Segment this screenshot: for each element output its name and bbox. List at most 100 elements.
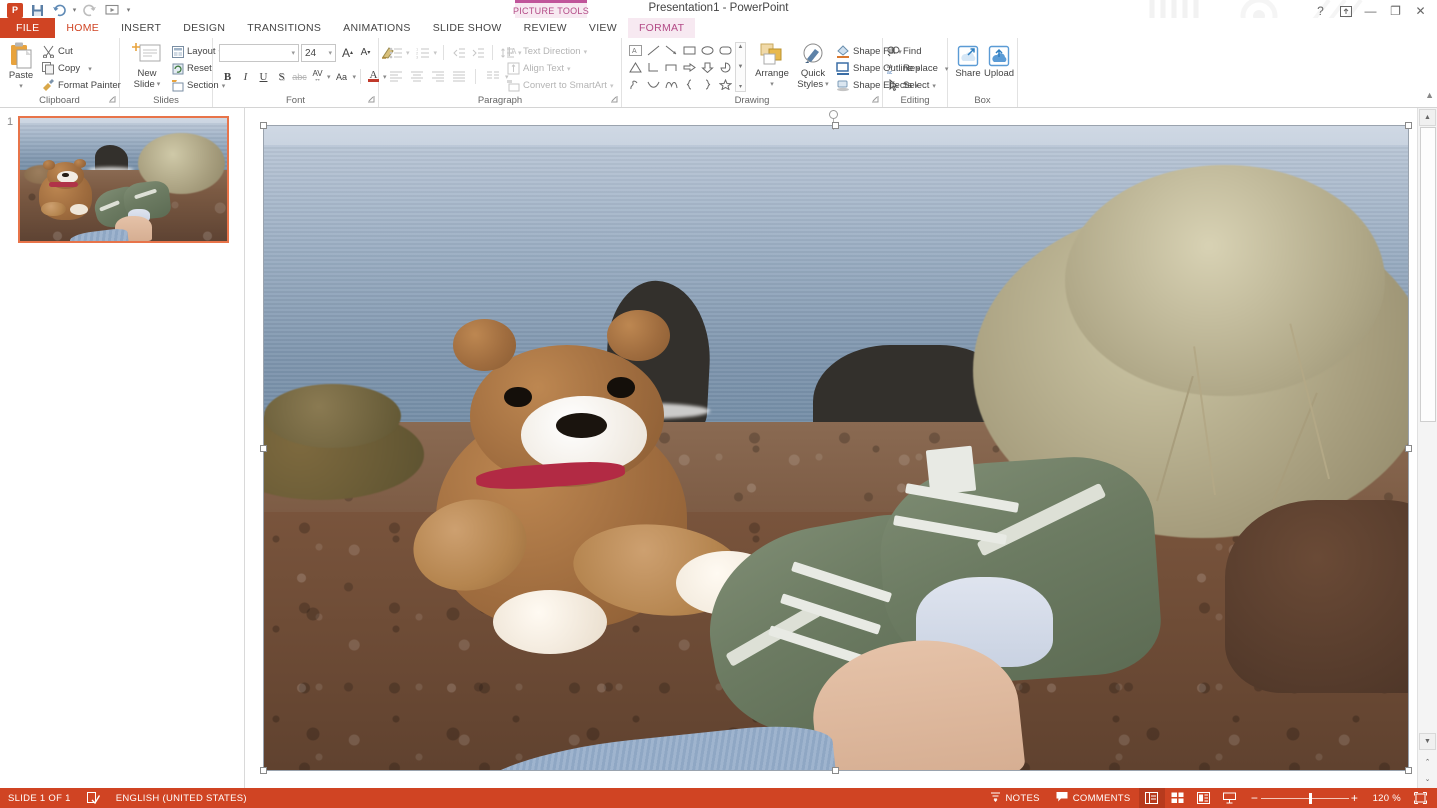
spellcheck-icon[interactable]: [79, 788, 108, 808]
align-left-button[interactable]: [387, 68, 404, 85]
shape-rounded-rectangle-icon[interactable]: [717, 42, 734, 58]
shapes-more-icon[interactable]: ▾: [739, 83, 742, 90]
numbering-dropdown-icon[interactable]: ▾: [434, 49, 438, 57]
shape-line-icon[interactable]: [645, 42, 662, 58]
new-slide-button[interactable]: New Slide ▾: [128, 42, 166, 90]
align-center-button[interactable]: [408, 68, 425, 85]
shape-freeform-icon[interactable]: [627, 76, 644, 92]
slide-sorter-view-button[interactable]: [1165, 788, 1191, 808]
shape-pie-icon[interactable]: [717, 59, 734, 75]
slide-thumbnail-pane[interactable]: 1: [0, 108, 245, 788]
zoom-slider[interactable]: − +: [1243, 791, 1367, 805]
tab-slide-show[interactable]: SLIDE SHOW: [422, 18, 513, 38]
smartart-dropdown-icon[interactable]: ▾: [610, 82, 614, 90]
convert-to-smartart-button[interactable]: Convert to SmartArt ▾: [507, 77, 613, 94]
format-painter-button[interactable]: Format Painter: [42, 77, 121, 94]
reading-view-button[interactable]: [1191, 788, 1217, 808]
shape-curve-icon[interactable]: [645, 76, 662, 92]
resize-handle-top-center[interactable]: [832, 122, 839, 129]
new-slide-dropdown-icon[interactable]: ▾: [157, 79, 161, 90]
tab-view[interactable]: VIEW: [578, 18, 628, 38]
zoom-in-button[interactable]: +: [1349, 791, 1361, 805]
paste-dropdown-icon[interactable]: ▾: [19, 81, 23, 92]
select-dropdown-icon[interactable]: ▾: [932, 82, 936, 90]
undo-icon[interactable]: [48, 1, 70, 20]
scroll-down-button[interactable]: ▼: [1419, 733, 1436, 750]
shape-star-icon[interactable]: [717, 76, 734, 92]
undo-dropdown-icon[interactable]: ▾: [70, 1, 79, 20]
fit-slide-to-window-button[interactable]: [1407, 788, 1433, 808]
vertical-scrollbar[interactable]: ▲ ▲ ▼ ⌃ ⌄: [1417, 108, 1437, 788]
copy-button[interactable]: Copy ▾: [42, 60, 92, 77]
shapes-gallery-scroll[interactable]: ▲ ▼ ▾: [735, 42, 746, 92]
box-share-button[interactable]: Share: [953, 44, 983, 79]
decrease-font-size-button[interactable]: A▾: [357, 44, 374, 61]
language-indicator[interactable]: ENGLISH (UNITED STATES): [108, 788, 255, 808]
underline-button[interactable]: U: [255, 68, 272, 85]
tab-format[interactable]: FORMAT: [628, 18, 695, 38]
align-right-button[interactable]: [429, 68, 446, 85]
zoom-out-button[interactable]: −: [1249, 791, 1261, 805]
justify-button[interactable]: [450, 68, 467, 85]
zoom-track[interactable]: [1261, 798, 1349, 799]
ribbon-tabs[interactable]: FILE HOME INSERT DESIGN TRANSITIONS ANIM…: [0, 18, 1437, 38]
shapes-scroll-up-icon[interactable]: ▲: [738, 44, 744, 50]
find-button[interactable]: Find: [887, 43, 921, 60]
selected-picture[interactable]: [260, 122, 1412, 774]
shapes-gallery[interactable]: A: [627, 42, 734, 92]
shape-right-arrow-icon[interactable]: [681, 59, 698, 75]
tab-transitions[interactable]: TRANSITIONS: [236, 18, 332, 38]
change-case-dropdown-icon[interactable]: ▾: [353, 73, 357, 81]
resize-handle-top-left[interactable]: [260, 122, 267, 129]
align-text-dropdown-icon[interactable]: ▾: [567, 65, 571, 73]
paragraph-dialog-launcher[interactable]: [611, 96, 618, 105]
columns-button[interactable]: [484, 68, 501, 85]
tab-animations[interactable]: ANIMATIONS: [332, 18, 422, 38]
start-slideshow-icon[interactable]: [101, 1, 123, 20]
zoom-level[interactable]: 120 %: [1367, 788, 1407, 808]
normal-view-button[interactable]: [1139, 788, 1165, 808]
shape-elbow-connector-icon[interactable]: [663, 59, 680, 75]
shape-right-brace-icon[interactable]: [699, 76, 716, 92]
resize-handle-bottom-left[interactable]: [260, 767, 267, 774]
slide-canvas[interactable]: [263, 125, 1409, 771]
scrollbar-thumb[interactable]: [1420, 127, 1436, 422]
quick-access-toolbar[interactable]: P ▾ ▾: [0, 0, 134, 20]
strikethrough-button[interactable]: abc: [291, 68, 308, 85]
font-size-dropdown-icon[interactable]: ▾: [328, 49, 332, 57]
tab-insert[interactable]: INSERT: [110, 18, 172, 38]
slide-counter[interactable]: SLIDE 1 OF 1: [0, 788, 79, 808]
resize-handle-middle-left[interactable]: [260, 445, 267, 452]
previous-slide-button[interactable]: ⌃: [1419, 753, 1436, 770]
font-name-dropdown-icon[interactable]: ▾: [291, 49, 295, 57]
next-slide-button[interactable]: ⌄: [1419, 770, 1436, 787]
shape-rectangle-icon[interactable]: [681, 42, 698, 58]
cut-button[interactable]: Cut: [42, 43, 73, 60]
increase-font-size-button[interactable]: A▴: [339, 44, 356, 61]
shape-right-angle-icon[interactable]: [645, 59, 662, 75]
align-text-button[interactable]: Align Text ▾: [507, 60, 571, 77]
shape-left-brace-icon[interactable]: [681, 76, 698, 92]
shape-arc-icon[interactable]: [663, 76, 680, 92]
shape-oval-icon[interactable]: [699, 42, 716, 58]
decrease-indent-button[interactable]: [450, 44, 467, 61]
replace-button[interactable]: abac Replace ▾: [887, 60, 948, 77]
scroll-up-button[interactable]: ▲: [1419, 109, 1436, 126]
shape-down-arrow-icon[interactable]: [699, 59, 716, 75]
select-button[interactable]: Select ▾: [887, 77, 936, 94]
resize-handle-middle-right[interactable]: [1405, 445, 1412, 452]
character-spacing-dropdown-icon[interactable]: ▾: [327, 73, 331, 81]
shape-triangle-icon[interactable]: [627, 59, 644, 75]
character-spacing-button[interactable]: AV↔: [309, 68, 326, 85]
arrange-dropdown-icon[interactable]: ▾: [770, 79, 774, 90]
resize-handle-top-right[interactable]: [1405, 122, 1412, 129]
copy-dropdown-icon[interactable]: ▾: [88, 65, 92, 73]
notes-button[interactable]: NOTES: [982, 788, 1048, 808]
bullets-button[interactable]: [387, 44, 404, 61]
bold-button[interactable]: B: [219, 68, 236, 85]
arrange-button[interactable]: Arrange ▾: [752, 42, 792, 90]
font-dialog-launcher[interactable]: [368, 96, 375, 105]
quick-styles-button[interactable]: Quick Styles ▾: [794, 42, 832, 90]
paste-button[interactable]: Paste ▾: [5, 42, 37, 92]
shape-textbox-icon[interactable]: A: [627, 42, 644, 58]
